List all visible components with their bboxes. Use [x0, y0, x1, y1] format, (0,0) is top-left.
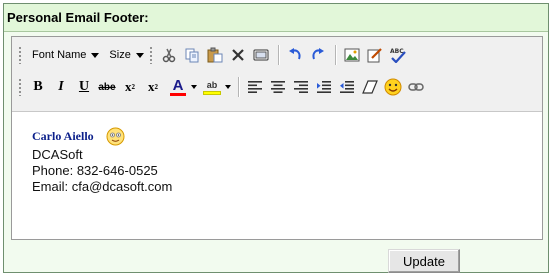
toolbar-grip[interactable] [18, 78, 22, 96]
underline-label: U [78, 79, 90, 94]
personal-email-footer-panel: Personal Email Footer: Font Name Size AB… [3, 3, 549, 273]
toolbar-separator [334, 45, 336, 65]
signature-email: Email: cfa@dcasoft.com [32, 179, 173, 194]
strikethrough-label: abe [98, 81, 116, 93]
font-color-bar [170, 92, 186, 96]
underline-button[interactable]: U [73, 76, 95, 98]
chevron-down-icon [91, 52, 100, 58]
strikethrough-button[interactable]: abe [96, 76, 118, 98]
toolbar-grip[interactable] [148, 46, 153, 64]
chevron-down-icon [225, 85, 231, 89]
edit-icon [367, 48, 382, 63]
subscript-button[interactable]: x2 [142, 76, 164, 98]
spellcheck-icon: ABC [390, 48, 406, 63]
font-color-label: A [172, 76, 184, 94]
font-name-dropdown[interactable]: Font Name [27, 45, 104, 65]
highlight-button[interactable]: ab [199, 76, 225, 98]
toolbar-row-2: B I U abe x2 x2 A ab [14, 72, 540, 102]
highlight-dropdown[interactable] [224, 76, 232, 98]
bold-label: B [33, 79, 43, 94]
italic-label: I [58, 79, 64, 94]
copy-button[interactable] [181, 44, 203, 66]
undo-button[interactable] [284, 44, 306, 66]
superscript-button[interactable]: x2 [119, 76, 141, 98]
align-left-icon [248, 81, 262, 93]
update-button[interactable]: Update [388, 249, 460, 273]
paste-button[interactable] [204, 44, 226, 66]
edit-button[interactable] [364, 44, 386, 66]
superscript-mark: 2 [131, 83, 136, 91]
highlight-bar [203, 91, 221, 95]
paste-icon [207, 47, 223, 63]
font-size-dropdown[interactable]: Size [104, 45, 148, 65]
spellcheck-button[interactable]: ABC [387, 44, 409, 66]
panel-title: Personal Email Footer: [4, 4, 548, 32]
signature-name-row: Carlo Aiello [32, 125, 542, 147]
font-name-label: Font Name [32, 49, 87, 61]
toolbar-separator [238, 77, 239, 97]
delete-button[interactable] [227, 44, 249, 66]
remove-format-button[interactable] [359, 76, 381, 98]
align-center-icon [271, 81, 285, 93]
subscript-mark: 2 [154, 83, 159, 91]
outdent-button[interactable] [336, 76, 358, 98]
chevron-down-icon [191, 85, 197, 89]
link-icon [408, 83, 424, 91]
smiley-face-icon [106, 127, 125, 145]
italic-button[interactable]: I [50, 76, 72, 98]
cut-icon [162, 48, 176, 63]
font-color-dropdown[interactable] [190, 76, 198, 98]
eraser-icon [362, 80, 378, 94]
toolbar-separator [277, 45, 279, 65]
redo-icon [312, 48, 324, 60]
delete-icon [232, 49, 244, 61]
redo-button[interactable] [307, 44, 329, 66]
signature-phone: Phone: 832-646-0525 [32, 163, 158, 178]
outdent-icon [340, 81, 354, 93]
highlight-label: ab [206, 80, 218, 90]
insert-link-button[interactable] [405, 76, 427, 98]
editor-toolbar: Font Name Size ABC B I U abe x 2 x 2 A a… [12, 37, 542, 112]
font-color-button[interactable]: A [165, 76, 191, 98]
toolbar-row-1: Font Name Size ABC [14, 40, 540, 70]
emoticon-button[interactable] [382, 76, 404, 98]
smiley-icon [384, 78, 402, 96]
insert-image-button[interactable] [341, 44, 363, 66]
paste-text-button[interactable] [250, 44, 272, 66]
indent-icon [317, 81, 331, 93]
insert-image-icon [344, 48, 360, 62]
undo-icon [288, 48, 301, 60]
toolbar-grip[interactable] [18, 46, 22, 64]
signature-company: DCASoft [32, 147, 83, 162]
chevron-down-icon [135, 52, 144, 58]
copy-icon [185, 48, 199, 63]
align-center-button[interactable] [267, 76, 289, 98]
cut-button[interactable] [158, 44, 180, 66]
indent-button[interactable] [313, 76, 335, 98]
rich-text-editor: Font Name Size ABC B I U abe x 2 x 2 A a… [11, 36, 543, 240]
editor-content-area[interactable]: Carlo Aiello DCASoft Phone: 832-646-0525… [12, 112, 542, 195]
bold-button[interactable]: B [27, 76, 49, 98]
paste-text-icon [253, 49, 269, 61]
align-right-button[interactable] [290, 76, 312, 98]
font-size-label: Size [109, 49, 131, 61]
align-right-icon [294, 81, 308, 93]
align-left-button[interactable] [244, 76, 266, 98]
signature-name: Carlo Aiello [32, 129, 94, 143]
